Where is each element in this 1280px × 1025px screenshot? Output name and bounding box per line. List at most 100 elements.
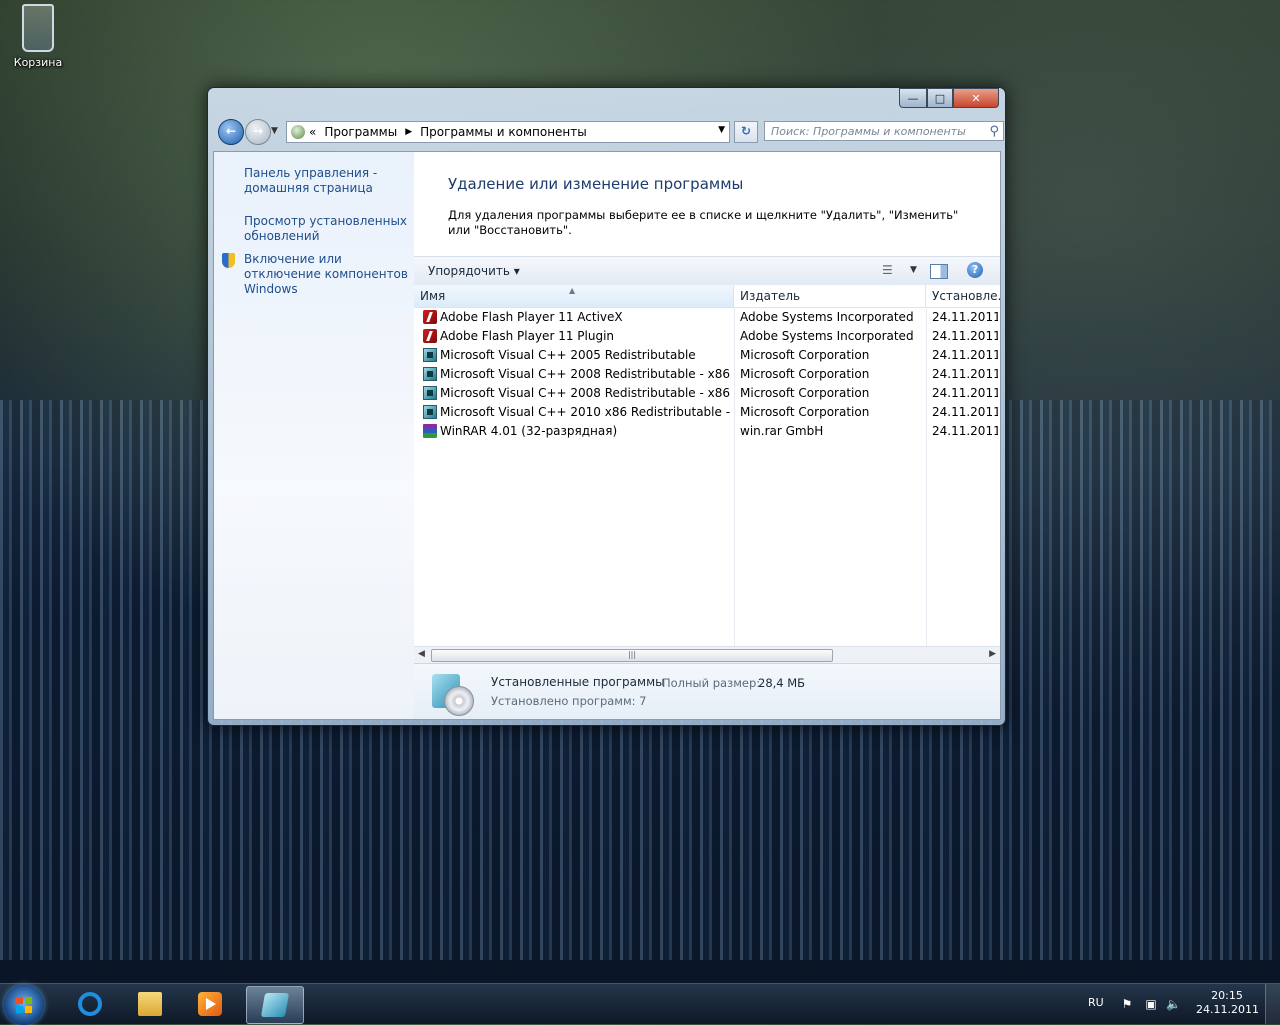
column-header-publisher[interactable]: Издатель: [734, 285, 926, 307]
program-row[interactable]: Microsoft Visual C++ 2010 x86 Redistribu…: [414, 403, 1000, 422]
clock[interactable]: 20:15 24.11.2011: [1196, 989, 1259, 1017]
program-row[interactable]: Microsoft Visual C++ 2005 Redistributabl…: [414, 346, 1000, 365]
breadcrumb-programs-and-features[interactable]: Программы и компоненты: [420, 125, 587, 139]
control-panel-icon: [291, 125, 305, 139]
show-desktop-button[interactable]: [1265, 984, 1280, 1024]
close-button[interactable]: ✕: [953, 88, 999, 108]
scroll-left-icon[interactable]: ◀: [418, 649, 425, 659]
column-name-label: Имя: [420, 289, 446, 303]
program-row[interactable]: Adobe Flash Player 11 Plugin Adobe Syste…: [414, 327, 1000, 346]
scroll-right-icon[interactable]: ▶: [989, 649, 996, 659]
program-name: Microsoft Visual C++ 2010 x86 Redistribu…: [440, 405, 730, 419]
address-dropdown-icon[interactable]: ▼: [718, 125, 725, 135]
program-list: Adobe Flash Player 11 ActiveX Adobe Syst…: [414, 308, 1000, 441]
recycle-bin-icon: [22, 4, 54, 52]
clock-date: 24.11.2011: [1196, 1003, 1259, 1016]
address-overflow-chevron[interactable]: «: [309, 125, 316, 139]
scrollbar-thumb[interactable]: |||: [431, 649, 833, 662]
installer-icon: [423, 348, 437, 362]
link-view-installed-updates[interactable]: Просмотр установленных обновлений: [244, 214, 409, 244]
breadcrumb-programs[interactable]: Программы: [324, 125, 397, 139]
program-name: WinRAR 4.01 (32-разрядная): [440, 424, 618, 438]
page-description: Для удаления программы выберите ее в спи…: [448, 208, 959, 237]
program-install-date: 24.11.2011: [932, 405, 998, 419]
page-title: Удаление или изменение программы: [448, 175, 744, 193]
media-player-icon: [198, 992, 222, 1016]
view-options-dropdown-icon[interactable]: ▼: [910, 265, 917, 275]
search-input[interactable]: Поиск: Программы и компоненты ⚲: [764, 121, 1004, 141]
flash-icon: [423, 329, 437, 343]
taskbar: RU ⚑ ▣ 🔈 20:15 24.11.2011: [0, 983, 1280, 1025]
search-placeholder: Поиск: Программы и компоненты: [771, 125, 966, 138]
link-windows-features[interactable]: Включение или отключение компонентов Win…: [244, 252, 409, 297]
program-row[interactable]: WinRAR 4.01 (32-разрядная) win.rar GmbH …: [414, 422, 1000, 441]
program-name: Microsoft Visual C++ 2008 Redistributabl…: [440, 367, 730, 381]
search-icon[interactable]: ⚲: [989, 122, 999, 142]
main-pane: Удаление или изменение программы Для уда…: [414, 152, 1000, 719]
desktop-icon-recycle-bin[interactable]: Корзина: [8, 4, 68, 69]
total-size-value: 28,4 МБ: [758, 676, 806, 690]
program-install-date: 24.11.2011: [932, 386, 998, 400]
link-control-panel-home[interactable]: Панель управления - домашняя страница: [244, 166, 409, 196]
left-task-pane: Панель управления - домашняя страница Пр…: [214, 152, 414, 719]
address-bar[interactable]: « Программы ▶ Программы и компоненты ▼: [286, 121, 730, 143]
program-name: Adobe Flash Player 11 ActiveX: [440, 310, 623, 324]
program-row[interactable]: Microsoft Visual C++ 2008 Redistributabl…: [414, 384, 1000, 403]
language-indicator[interactable]: RU: [1088, 996, 1104, 1009]
column-header-name[interactable]: Имя ▲: [414, 285, 734, 307]
taskbar-windows-explorer[interactable]: [122, 986, 178, 1022]
program-publisher: Microsoft Corporation: [740, 386, 870, 400]
recycle-bin-label: Корзина: [13, 56, 63, 69]
program-publisher: Microsoft Corporation: [740, 348, 870, 362]
maximize-button[interactable]: □: [927, 88, 953, 108]
start-button[interactable]: [4, 985, 44, 1025]
program-publisher: Adobe Systems Incorporated: [740, 310, 914, 324]
program-name: Adobe Flash Player 11 Plugin: [440, 329, 615, 343]
taskbar-internet-explorer[interactable]: [62, 986, 118, 1022]
installer-icon: [423, 405, 437, 419]
horizontal-scrollbar[interactable]: ◀ ||| ▶: [414, 646, 1000, 663]
windows-logo-icon: [16, 997, 32, 1013]
programs-and-features-window: — □ ✕ ← → ▼ « Программы ▶ Программы и ко…: [207, 87, 1006, 726]
program-name: Microsoft Visual C++ 2008 Redistributabl…: [440, 386, 730, 400]
organize-button[interactable]: Упорядочить ▾: [428, 264, 520, 278]
preview-pane-icon[interactable]: [930, 264, 948, 279]
control-panel-icon: [260, 993, 290, 1017]
program-install-date: 24.11.2011: [932, 310, 998, 324]
sort-ascending-icon: ▲: [569, 286, 576, 295]
column-header-installed-on[interactable]: Установле...: [926, 285, 1000, 307]
help-button[interactable]: ?: [967, 262, 983, 278]
clock-time: 20:15: [1211, 989, 1243, 1002]
program-row[interactable]: Adobe Flash Player 11 ActiveX Adobe Syst…: [414, 308, 1000, 327]
winrar-icon: [423, 424, 437, 438]
minimize-button[interactable]: —: [899, 88, 927, 108]
program-install-date: 24.11.2011: [932, 348, 998, 362]
refresh-button[interactable]: ↻: [734, 121, 758, 143]
program-publisher: Adobe Systems Incorporated: [740, 329, 914, 343]
breadcrumb-separator-icon[interactable]: ▶: [405, 127, 412, 137]
total-size-label: Полный размер:: [662, 676, 761, 690]
recent-pages-dropdown-icon[interactable]: ▼: [271, 126, 278, 136]
list-header: Имя ▲ Издатель Установле...: [414, 285, 1000, 308]
installer-icon: [423, 386, 437, 400]
command-bar: Упорядочить ▾ ☰ ▼ ?: [414, 256, 1000, 286]
program-publisher: Microsoft Corporation: [740, 367, 870, 381]
caption-buttons: — □ ✕: [899, 88, 999, 108]
taskbar-media-player[interactable]: [182, 986, 238, 1022]
forward-button[interactable]: →: [245, 119, 271, 145]
change-view-icon[interactable]: ☰: [882, 263, 893, 277]
program-install-date: 24.11.2011: [932, 329, 998, 343]
volume-icon[interactable]: 🔈: [1166, 997, 1181, 1011]
taskbar-control-panel[interactable]: [246, 986, 304, 1024]
back-button[interactable]: ←: [218, 119, 244, 145]
program-publisher: win.rar GmbH: [740, 424, 824, 438]
network-icon[interactable]: ▣: [1144, 997, 1158, 1011]
program-publisher: Microsoft Corporation: [740, 405, 870, 419]
uac-shield-icon: [222, 253, 235, 268]
disc-icon: [444, 686, 474, 716]
program-row[interactable]: Microsoft Visual C++ 2008 Redistributabl…: [414, 365, 1000, 384]
installed-count: Установлено программ: 7: [491, 694, 647, 708]
program-name: Microsoft Visual C++ 2005 Redistributabl…: [440, 348, 696, 362]
flash-icon: [423, 310, 437, 324]
action-center-flag-icon[interactable]: ⚑: [1120, 997, 1134, 1011]
